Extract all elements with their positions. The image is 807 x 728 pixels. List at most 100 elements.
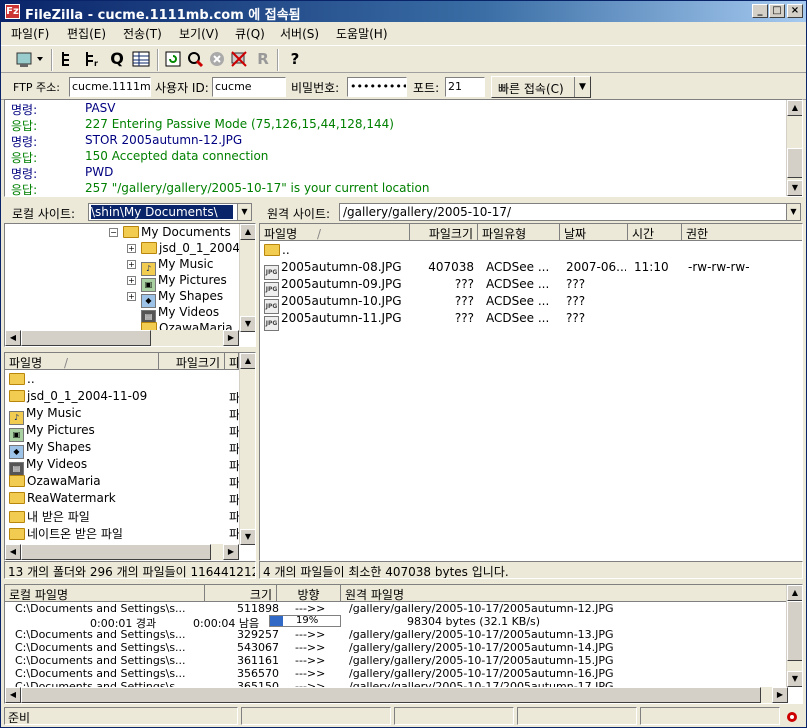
remote-col-type[interactable]: 파일유형 xyxy=(478,224,560,241)
local-col-name[interactable]: 파일명 / xyxy=(5,353,159,370)
remote-file-row[interactable]: JPG 2005autumn-09.JPG??? ACDSee ...??? xyxy=(260,276,802,297)
log-toggle-icon[interactable] xyxy=(59,49,79,69)
scroll-right-icon[interactable]: ▶ xyxy=(223,330,239,346)
chevron-down-icon[interactable]: ▼ xyxy=(237,204,251,220)
local-file-row[interactable]: ♪ My Music 파 xyxy=(5,405,239,425)
menu-server[interactable]: 서버(S) xyxy=(280,25,319,42)
remote-col-size[interactable]: 파일크기 xyxy=(410,224,478,241)
tree-node[interactable]: − My Documents xyxy=(5,224,239,241)
scroll-thumb[interactable] xyxy=(21,687,761,703)
queue-row[interactable]: C:\Documents and Settings\s... 356570 --->… xyxy=(15,667,785,680)
remote-col-date[interactable]: 날짜 xyxy=(560,224,628,241)
process-queue-icon[interactable] xyxy=(185,49,205,69)
menu-help[interactable]: 도움말(H) xyxy=(336,25,388,42)
scroll-left-icon[interactable]: ◀ xyxy=(5,687,21,703)
expand-icon[interactable]: + xyxy=(127,244,136,253)
tree-hscrollbar[interactable]: ◀ ▶ xyxy=(5,330,239,346)
local-folder-tree[interactable]: − My Documents + jsd_0_1_2004- + ♪ My Music + ▣ M… xyxy=(4,223,256,347)
tree-node[interactable]: + jsd_0_1_2004- xyxy=(5,240,244,257)
log-scrollbar[interactable]: ▲ ▼ xyxy=(786,100,802,196)
queue-col-local[interactable]: 로컬 파일명 xyxy=(5,585,205,602)
scroll-down-icon[interactable]: ▼ xyxy=(787,671,802,687)
remote-file-row[interactable]: JPG 2005autumn-11.JPG??? ACDSee ...??? xyxy=(260,310,802,331)
queue-col-direction[interactable]: 방향 xyxy=(277,585,341,602)
queue-row[interactable]: C:\Documents and Settings\s... 329257 --->… xyxy=(15,628,785,641)
scroll-thumb[interactable] xyxy=(787,601,802,661)
remote-file-list[interactable]: 파일명 / 파일크기 파일유형 날짜 시간 권한 .. JPG 2005autumn… xyxy=(259,223,803,561)
remote-col-perm[interactable]: 권한 xyxy=(682,224,802,241)
scroll-down-icon[interactable]: ▼ xyxy=(240,316,255,332)
chevron-down-icon[interactable]: ▼ xyxy=(786,204,800,220)
title-bar[interactable]: Fz FileZilla - cucme.1111mb.com 에 접속됨 _ … xyxy=(1,1,806,23)
tree-node[interactable]: + ◆ My Shapes xyxy=(5,288,239,308)
scroll-up-icon[interactable]: ▲ xyxy=(787,100,802,116)
queue-row[interactable]: C:\Documents and Settings\s... 543067 --->… xyxy=(15,641,785,654)
scroll-up-icon[interactable]: ▲ xyxy=(240,353,255,369)
menu-view[interactable]: 보기(V) xyxy=(179,25,219,42)
scroll-up-icon[interactable]: ▲ xyxy=(240,224,255,240)
scroll-down-icon[interactable]: ▼ xyxy=(240,529,255,545)
menu-edit[interactable]: 편집(E) xyxy=(67,25,106,42)
chevron-down-icon[interactable]: ▼ xyxy=(574,77,590,97)
local-file-row[interactable]: OzawaMaria 파 xyxy=(5,473,239,490)
reconnect-icon[interactable]: R xyxy=(253,49,273,69)
menu-file[interactable]: 파일(F) xyxy=(11,25,49,42)
disconnect-icon[interactable] xyxy=(229,49,249,69)
local-col-size[interactable]: 파일크기 xyxy=(159,353,225,370)
help-icon[interactable]: ? xyxy=(285,49,305,69)
cancel-icon[interactable] xyxy=(207,49,227,69)
tree-node[interactable]: + ♪ My Music xyxy=(5,256,239,276)
user-input[interactable]: cucme xyxy=(212,77,286,97)
queue-toggle-icon[interactable]: Q xyxy=(107,49,127,69)
local-file-row[interactable]: ▤ My Videos 파 xyxy=(5,456,239,476)
tree-node[interactable]: ▤ My Videos xyxy=(5,304,239,324)
expand-icon[interactable]: + xyxy=(127,276,136,285)
quickconnect-button[interactable]: 빠른 접속(C) ▼ xyxy=(491,76,591,98)
scroll-thumb[interactable] xyxy=(21,544,211,560)
tree-toggle-icon[interactable]: r xyxy=(83,49,103,69)
expand-icon[interactable]: + xyxy=(127,260,136,269)
local-file-list[interactable]: 파일명 / 파일크기 파 .. jsd_0_1_2004-11-09 파 ♪ My Mu… xyxy=(4,352,256,561)
local-file-row[interactable]: ReaWatermark 파 xyxy=(5,490,239,507)
remote-col-name[interactable]: 파일명 / xyxy=(260,224,410,241)
maximize-button[interactable]: □ xyxy=(769,4,785,18)
local-file-row[interactable]: .. xyxy=(5,371,239,388)
port-input[interactable]: 21 xyxy=(445,77,485,97)
queue-hscrollbar[interactable]: ◀ ▶ xyxy=(5,687,788,703)
site-manager-icon[interactable] xyxy=(13,49,45,69)
queue-col-remote[interactable]: 원격 파일명 xyxy=(341,585,788,602)
remote-file-row[interactable]: .. xyxy=(260,242,802,259)
expand-icon[interactable]: + xyxy=(127,292,136,301)
scroll-left-icon[interactable]: ◀ xyxy=(5,330,21,346)
local-file-row[interactable]: ▣ My Pictures 파 xyxy=(5,422,239,442)
transfer-queue[interactable]: 로컬 파일명 크기 방향 원격 파일명 C:\Documents and Set… xyxy=(4,584,803,704)
menu-transfer[interactable]: 전송(T) xyxy=(123,25,162,42)
scroll-left-icon[interactable]: ◀ xyxy=(5,544,21,560)
host-input[interactable]: cucme.1111mb. xyxy=(69,77,151,97)
queue-scrollbar[interactable]: ▲ ▼ xyxy=(786,585,802,687)
remote-col-time[interactable]: 시간 xyxy=(628,224,682,241)
local-file-row[interactable]: 내 받은 파일 파 xyxy=(5,507,239,524)
local-file-row[interactable]: 네이트온 받은 파일 파 xyxy=(5,524,239,541)
password-input[interactable]: ••••••••• xyxy=(347,77,407,97)
scroll-down-icon[interactable]: ▼ xyxy=(787,180,802,196)
queue-col-size[interactable]: 크기 xyxy=(205,585,277,602)
scroll-right-icon[interactable]: ▶ xyxy=(772,687,788,703)
local-files-scrollbar[interactable]: ▲ ▼ xyxy=(239,353,255,545)
scroll-up-icon[interactable]: ▲ xyxy=(787,585,802,601)
remote-file-row[interactable]: JPG 2005autumn-10.JPG??? ACDSee ...??? xyxy=(260,293,802,314)
close-button[interactable]: × xyxy=(787,4,803,18)
queue-row[interactable]: C:\Documents and Settings\s... 361161 --->… xyxy=(15,654,785,667)
scroll-thumb[interactable] xyxy=(21,330,151,346)
minimize-button[interactable]: _ xyxy=(752,4,768,18)
scroll-thumb[interactable] xyxy=(787,148,802,178)
local-file-row[interactable]: jsd_0_1_2004-11-09 파 xyxy=(5,388,239,405)
menu-queue[interactable]: 큐(Q) xyxy=(235,25,265,42)
tree-node[interactable]: + ▣ My Pictures xyxy=(5,272,239,292)
remote-path-combo[interactable]: /gallery/gallery/2005-10-17/ ▼ xyxy=(339,203,801,221)
queue-active-row[interactable]: C:\Documents and Settings\s... 511898 --… xyxy=(15,602,785,615)
tree-scrollbar[interactable]: ▲ ▼ xyxy=(239,224,255,332)
scroll-right-icon[interactable]: ▶ xyxy=(223,544,239,560)
local-files-hscrollbar[interactable]: ◀ ▶ xyxy=(5,544,239,560)
local-path-combo[interactable]: \shin\My Documents\ ▼ xyxy=(88,203,252,221)
